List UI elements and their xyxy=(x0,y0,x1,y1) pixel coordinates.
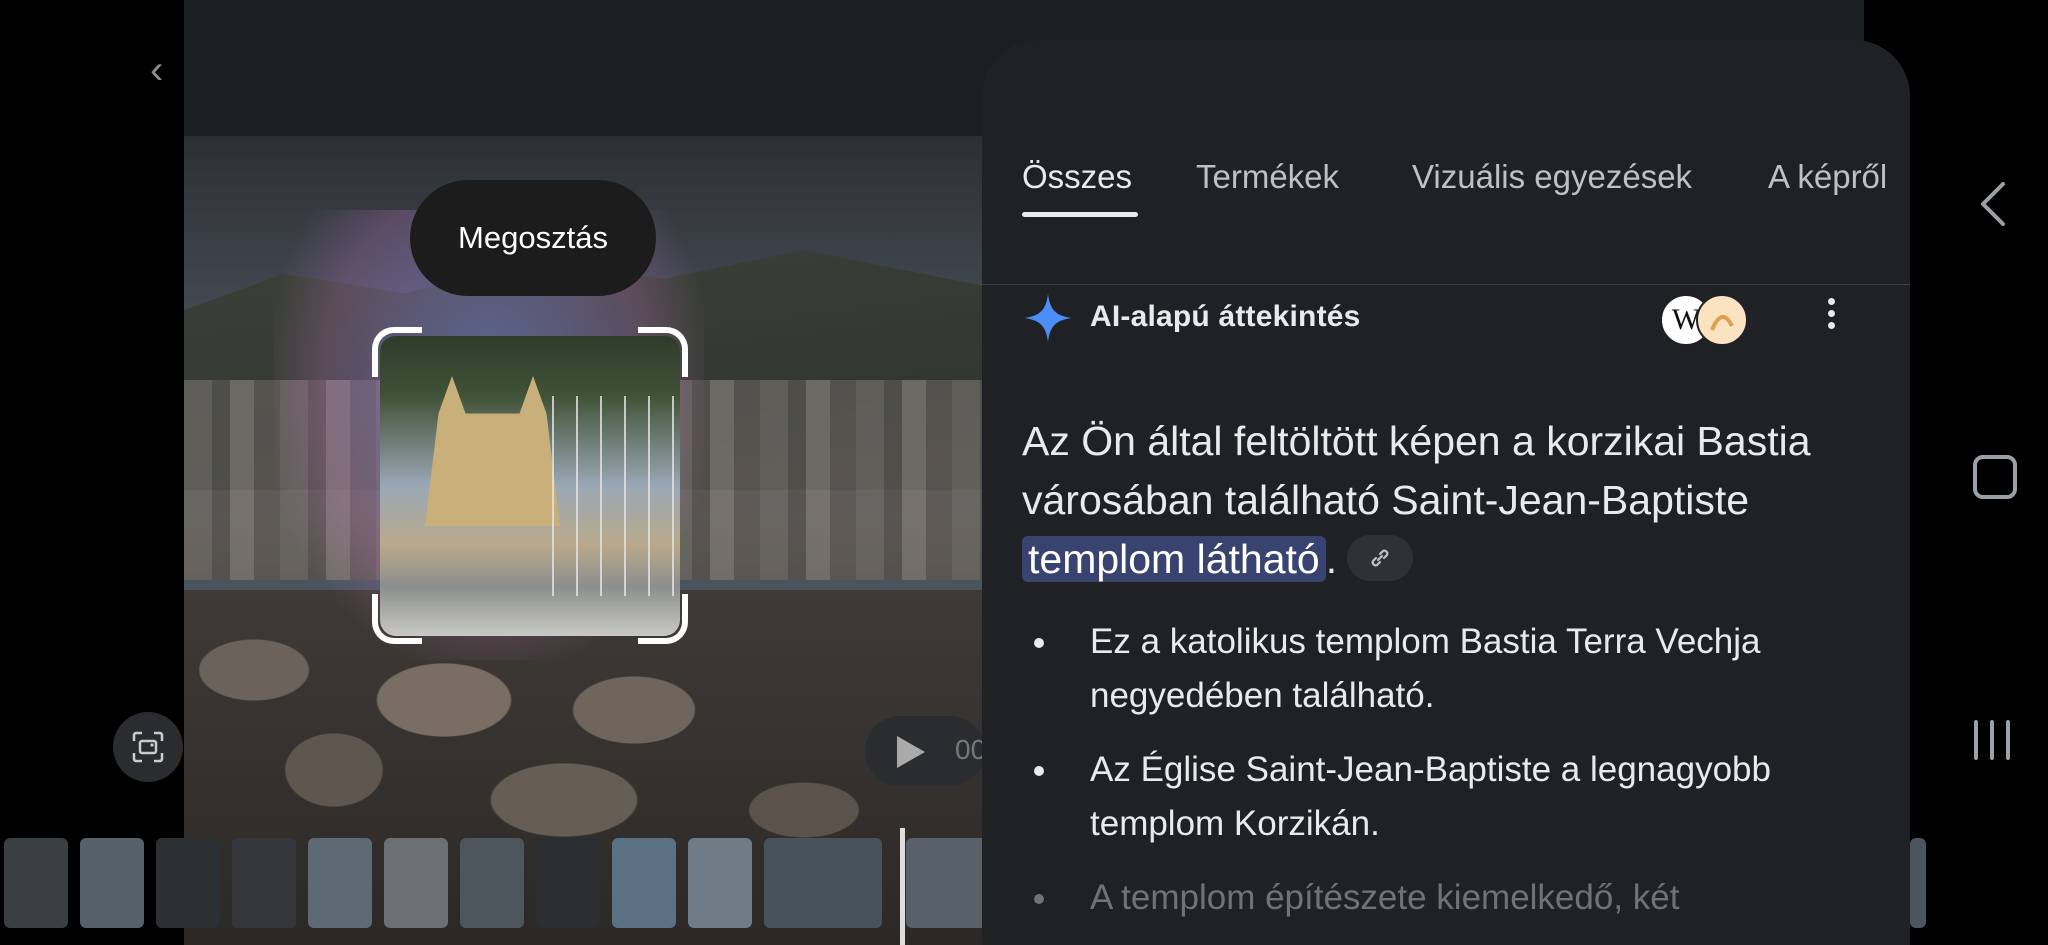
tab-bar: Összes Termékek Vizuális egyezések A kép… xyxy=(982,158,1910,285)
system-recents-icon[interactable] xyxy=(1972,718,2012,762)
list-item: Ez a katolikus templom Bastia Terra Vech… xyxy=(1022,615,1882,723)
summary-period: . xyxy=(1325,536,1338,582)
link-icon xyxy=(1371,549,1389,567)
list-item: A templom építészete kiemelkedő, két xyxy=(1022,871,1882,925)
lens-search-button[interactable] xyxy=(113,712,183,782)
filmstrip-thumbnail[interactable] xyxy=(460,838,524,928)
crop-handle-bottom-right[interactable] xyxy=(638,594,688,644)
tab-products[interactable]: Termékek xyxy=(1196,158,1339,196)
more-options-icon[interactable] xyxy=(1826,298,1838,338)
filmstrip-thumbnail[interactable] xyxy=(80,838,144,928)
back-arrow-icon[interactable]: ‹ xyxy=(150,48,180,92)
tab-visual-matches[interactable]: Vizuális egyezések xyxy=(1412,158,1692,196)
system-back-icon[interactable] xyxy=(1975,180,2009,228)
filmstrip-thumbnail[interactable] xyxy=(764,838,882,928)
ai-overview-title: AI-alapú áttekintés xyxy=(1090,300,1361,333)
filmstrip-thumbnail[interactable] xyxy=(536,838,600,928)
source-avatar-icon xyxy=(1696,294,1748,346)
ai-bullet-list: Ez a katolikus templom Bastia Terra Vech… xyxy=(1022,615,1882,945)
summary-text: Az Ön által feltöltött képen a korzikai … xyxy=(1022,418,1811,523)
system-home-icon[interactable] xyxy=(1973,455,2017,499)
image-search-icon xyxy=(132,731,164,763)
filmstrip-thumbnail[interactable] xyxy=(308,838,372,928)
filmstrip-thumbnail[interactable] xyxy=(156,838,220,928)
play-icon xyxy=(897,736,925,768)
filmstrip-thumbnail[interactable] xyxy=(384,838,448,928)
play-button[interactable]: 00 xyxy=(865,716,986,786)
list-item: Az Église Saint-Jean-Baptiste a legnagyo… xyxy=(1022,743,1882,851)
source-icons[interactable]: W xyxy=(1660,294,1750,346)
crop-handle-top-right[interactable] xyxy=(638,327,688,377)
filmstrip-thumbnail[interactable] xyxy=(612,838,676,928)
ai-summary-text: Az Ön által feltöltött képen a korzikai … xyxy=(1022,412,1862,589)
filmstrip-thumbnail[interactable] xyxy=(688,838,752,928)
ai-overview-header: AI-alapú áttekintés W xyxy=(1022,288,1882,348)
selected-image-region[interactable] xyxy=(380,336,680,636)
tab-all[interactable]: Összes xyxy=(1022,158,1132,196)
share-button[interactable]: Megosztás xyxy=(410,180,656,296)
filmstrip-position-marker xyxy=(900,828,905,945)
sparkle-icon xyxy=(1024,294,1072,342)
summary-highlight[interactable]: templom látható xyxy=(1022,536,1326,582)
crop-handle-bottom-left[interactable] xyxy=(372,594,422,644)
source-link-chip[interactable] xyxy=(1347,535,1414,582)
results-panel: Összes Termékek Vizuális egyezések A kép… xyxy=(982,40,1910,945)
filmstrip-thumbnail[interactable] xyxy=(232,838,296,928)
active-tab-indicator xyxy=(1022,212,1138,217)
tab-about-image[interactable]: A képről xyxy=(1768,158,1887,196)
filmstrip-thumbnail[interactable] xyxy=(1910,838,1926,928)
crop-handle-top-left[interactable] xyxy=(372,327,422,377)
filmstrip-thumbnail[interactable] xyxy=(4,838,68,928)
